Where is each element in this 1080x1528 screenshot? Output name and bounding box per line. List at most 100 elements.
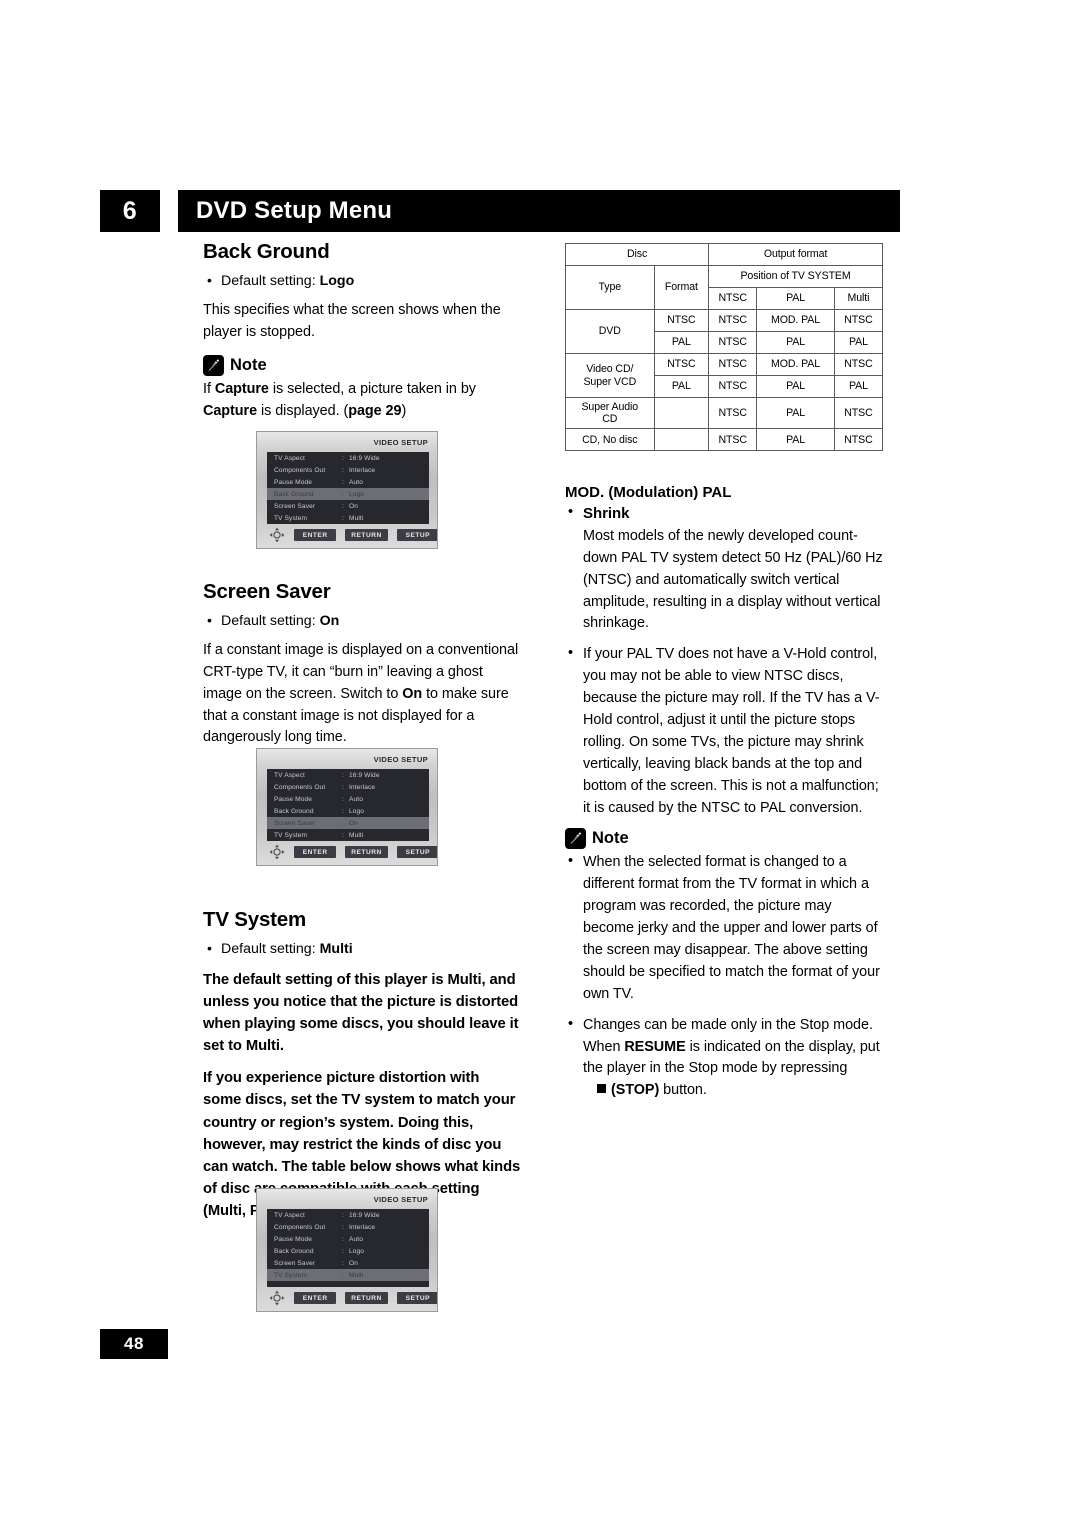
- menu-colon: :: [342, 478, 344, 486]
- dvd-screenshot-tv-system: VIDEO SETUP TV Aspect:16:9 Wide Componen…: [256, 1188, 438, 1312]
- dpad-icon[interactable]: [269, 527, 285, 543]
- type-line-2: Super VCD: [583, 375, 637, 388]
- menu-colon: :: [342, 502, 344, 510]
- shrink-label: Shrink: [583, 505, 630, 522]
- menu-colon: :: [342, 1271, 344, 1279]
- dpad-icon[interactable]: [269, 1290, 285, 1306]
- menu-colon: :: [342, 795, 344, 803]
- setup-button[interactable]: SETUP: [396, 1292, 437, 1304]
- menu-value: 16:9 Wide: [349, 771, 380, 779]
- menu-item-pause-mode[interactable]: Pause Mode: Auto: [267, 476, 429, 488]
- enter-button[interactable]: ENTER: [294, 529, 337, 541]
- menu-item-tv-system[interactable]: TV System: Multi: [267, 1269, 429, 1281]
- menu-value: On: [349, 502, 358, 510]
- cell-ntsc: NTSC: [708, 309, 758, 332]
- enter-button[interactable]: ENTER: [294, 846, 337, 858]
- menu-item-tv-aspect[interactable]: TV Aspect:16:9 Wide: [267, 769, 429, 781]
- menu-label: TV System: [274, 1271, 308, 1279]
- cell-multi: NTSC: [833, 353, 884, 376]
- cell-pal: PAL: [756, 331, 835, 354]
- menu-item-screen-saver[interactable]: Screen Saver: On: [267, 817, 429, 829]
- menu-item-pause-mode[interactable]: Pause Mode: Auto: [267, 793, 429, 805]
- chapter-number: 6: [100, 190, 160, 232]
- menu-colon: :: [342, 514, 344, 522]
- menu-item-tv-system[interactable]: TV System: Multi: [267, 829, 429, 841]
- shot-button-bar: ENTER RETURN SETUP: [257, 525, 437, 545]
- note-header-back-ground: Note: [203, 354, 521, 376]
- ss-default-prefix: Default setting:: [221, 612, 320, 629]
- menu-item-tv-aspect[interactable]: TV Aspect:16:9 Wide: [267, 1209, 429, 1221]
- cell-format: NTSC: [653, 353, 710, 376]
- setup-button[interactable]: SETUP: [396, 846, 437, 858]
- th-disc: Disc: [564, 243, 710, 266]
- cell-ntsc: NTSC: [708, 396, 758, 430]
- cell-type-video-cd: Video CD/Super VCD: [565, 353, 655, 398]
- menu-colon: :: [342, 771, 344, 779]
- mod-pal-heading: MOD. (Modulation) PAL: [565, 484, 732, 501]
- type-line-1: Super Audio: [581, 401, 639, 413]
- note-header-tv-system: Note: [565, 828, 883, 850]
- dpad-icon[interactable]: [269, 844, 285, 860]
- menu-item-back-ground[interactable]: Back Ground: Logo: [267, 805, 429, 817]
- menu-label: Pause Mode: [274, 1235, 313, 1243]
- disc-output-format-table: Disc Output format Type Format Position …: [564, 243, 884, 452]
- menu-colon: :: [342, 807, 344, 815]
- table-row: Super Audio CD NTSC PAL NTSC: [565, 396, 884, 430]
- cell-pal: PAL: [756, 396, 835, 430]
- return-button[interactable]: RETURN: [345, 1292, 388, 1304]
- list-item-format-change: When the selected format is changed to a…: [565, 851, 883, 1005]
- menu-item-tv-aspect[interactable]: TV Aspect:16:9 Wide: [267, 452, 429, 464]
- menu-item-pause-mode[interactable]: Pause Mode: Auto: [267, 1233, 429, 1245]
- right-column: MOD. (Modulation) PAL Shrink Most models…: [565, 484, 883, 1111]
- menu-value: On: [349, 1259, 358, 1267]
- menu-item-back-ground[interactable]: Back Ground: Logo: [267, 1245, 429, 1257]
- table-header-row-1: Disc Output format: [564, 243, 883, 266]
- menu-label: Pause Mode: [274, 795, 313, 803]
- shot-title: VIDEO SETUP: [373, 438, 428, 447]
- menu-item-screen-saver[interactable]: Screen Saver: On: [267, 1257, 429, 1269]
- menu-value: Auto: [349, 795, 363, 803]
- menu-item-components-out[interactable]: Components Out: Interlace: [267, 464, 429, 476]
- menu-value: Logo: [349, 490, 365, 498]
- menu-label: TV Aspect: [274, 771, 305, 779]
- menu-item-components-out[interactable]: Components Out: Interlace: [267, 781, 429, 793]
- stop-square-icon: [597, 1084, 606, 1094]
- cell-type-super-audio-cd: Super Audio CD: [565, 396, 655, 430]
- note-text-3: is displayed. (: [257, 402, 349, 419]
- shot-menu-panel: TV Aspect:16:9 Wide Components Out: Inter…: [267, 769, 429, 841]
- tv-system-para-1: The default setting of this player is Mu…: [203, 969, 521, 1058]
- th-col-multi: Multi: [833, 287, 884, 310]
- enter-button[interactable]: ENTER: [294, 1292, 337, 1304]
- menu-label: Components Out: [274, 783, 326, 791]
- tv-p2-bold-multi: Multi: [207, 1203, 242, 1220]
- list-item-vhold: If your PAL TV does not have a V-Hold co…: [565, 643, 883, 819]
- return-button[interactable]: RETURN: [345, 529, 388, 541]
- table-row: DVD NTSC NTSC MOD. PAL NTSC: [565, 309, 884, 354]
- return-button[interactable]: RETURN: [345, 846, 388, 858]
- note-bold-page-ref: page 29: [348, 402, 402, 419]
- menu-item-components-out[interactable]: Components Out: Interlace: [267, 1221, 429, 1233]
- th-output-format: Output format: [708, 243, 883, 266]
- cell-ntsc: NTSC: [708, 375, 758, 398]
- setup-button[interactable]: SETUP: [396, 529, 437, 541]
- dvd-screenshot-screen-saver: VIDEO SETUP TV Aspect:16:9 Wide Componen…: [256, 748, 438, 866]
- cell-multi: NTSC: [833, 396, 884, 430]
- ss-default-value: On: [319, 612, 340, 629]
- cell-multi: PAL: [833, 375, 884, 398]
- menu-value: 16:9 Wide: [349, 454, 380, 462]
- note-text-2: is selected, a picture taken in by: [268, 380, 476, 397]
- pencil-icon: [203, 354, 224, 376]
- menu-item-tv-system[interactable]: TV System: Multi: [267, 512, 429, 524]
- default-setting-value: Logo: [319, 273, 355, 289]
- screen-saver-body: If a constant image is displayed on a co…: [203, 640, 521, 749]
- menu-value: 16:9 Wide: [349, 1211, 380, 1219]
- default-setting-prefix: Default setting:: [221, 273, 320, 289]
- th-format: Format: [653, 265, 710, 310]
- shot-title: VIDEO SETUP: [373, 755, 428, 764]
- menu-item-screen-saver[interactable]: Screen Saver: On: [267, 500, 429, 512]
- menu-value: Logo: [349, 807, 365, 815]
- menu-label: TV System: [274, 831, 308, 839]
- cell-multi: NTSC: [833, 428, 884, 452]
- menu-colon: :: [342, 819, 344, 827]
- menu-item-back-ground[interactable]: Back Ground: Logo: [267, 488, 429, 500]
